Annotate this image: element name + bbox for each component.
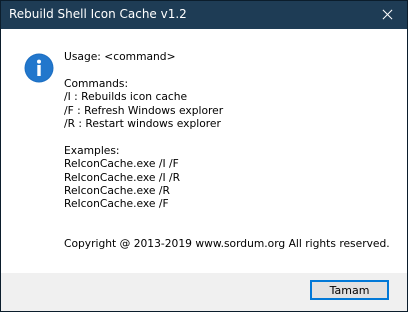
button-bar: Tamam (1, 273, 407, 311)
message-text: Usage: <command> Commands: /I : Rebuilds… (64, 50, 390, 251)
window-title: Rebuild Shell Icon Cache v1.2 (9, 7, 187, 21)
dialog-window: Rebuild Shell Icon Cache v1.2 Usage: <co… (0, 0, 408, 312)
message-area: Usage: <command> Commands: /I : Rebuilds… (1, 29, 407, 273)
example-line: ReIconCache.exe /I /F (64, 157, 179, 171)
example-line: ReIconCache.exe /I /R (64, 170, 181, 184)
copyright-text: Copyright @ 2013-2019 www.sordum.org All… (64, 237, 390, 251)
command-line: /R : Restart windows explorer (64, 116, 221, 130)
command-line: /I : Rebuilds icon cache (64, 90, 188, 104)
command-line: /F : Refresh Windows explorer (64, 103, 224, 117)
example-line: ReIconCache.exe /R (64, 183, 170, 197)
close-icon[interactable] (369, 1, 407, 29)
example-line: ReIconCache.exe /F (64, 197, 169, 211)
examples-header: Examples: (64, 143, 120, 157)
info-icon (24, 53, 54, 83)
ok-button[interactable]: Tamam (310, 280, 389, 300)
commands-header: Commands: (64, 76, 129, 90)
usage-text: Usage: <command> (64, 50, 176, 63)
title-bar[interactable]: Rebuild Shell Icon Cache v1.2 (1, 1, 407, 29)
